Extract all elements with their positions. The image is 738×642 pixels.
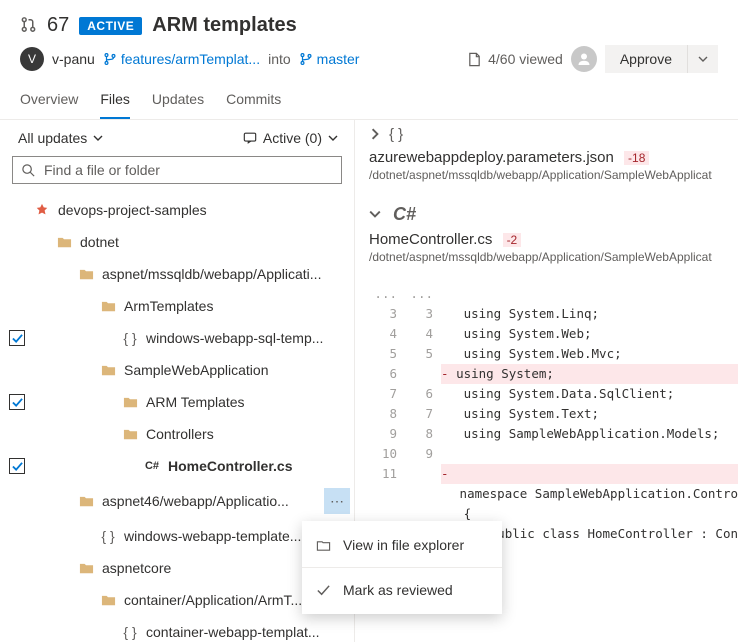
csharp-icon: C# [393, 204, 416, 225]
tab-updates[interactable]: Updates [152, 83, 204, 119]
file-path: /dotnet/aspnet/mssqldb/webapp/Applicatio… [369, 168, 738, 182]
approve-dropdown[interactable] [687, 45, 718, 73]
author-avatar: V [20, 47, 44, 71]
folder-open-icon [316, 538, 331, 553]
json-icon: { } [122, 624, 138, 640]
diff-view: ...... 33 using System.Linq; 44 using Sy… [369, 284, 738, 544]
file-block: { } azurewebappdeploy.parameters.json -1… [369, 126, 738, 182]
file-name[interactable]: HomeController.cs [369, 231, 492, 248]
tab-commits[interactable]: Commits [226, 83, 281, 119]
folder-icon [78, 561, 94, 576]
folder-icon [100, 299, 116, 314]
chevron-down-icon [698, 54, 708, 64]
source-branch-label: features/armTemplat... [121, 51, 260, 67]
reviewed-checkbox[interactable] [9, 458, 25, 474]
json-icon: { } [100, 528, 116, 544]
reviewed-checkbox[interactable] [9, 394, 25, 410]
csharp-icon: C# [144, 460, 160, 472]
target-branch-label: master [317, 51, 360, 67]
search-input[interactable] [12, 156, 342, 184]
tree-file[interactable]: { } container-webapp-templat... [0, 616, 350, 642]
source-branch[interactable]: features/armTemplat... [103, 51, 260, 67]
tree-folder[interactable]: aspnet/mssqldb/webapp/Applicati... [0, 258, 350, 290]
tree-repo-root[interactable]: devops-project-samples [0, 194, 350, 226]
tree-folder[interactable]: ArmTemplates [0, 290, 350, 322]
chevron-down-icon [328, 133, 338, 143]
menu-mark-reviewed[interactable]: Mark as reviewed [302, 570, 502, 610]
tree-folder[interactable]: aspnet46/webapp/Applicatio... ⋯ [0, 482, 350, 520]
file-icon [467, 52, 482, 67]
approve-button[interactable]: Approve [605, 45, 687, 73]
tree-folder[interactable]: aspnetcore [0, 552, 350, 584]
folder-icon [100, 593, 116, 608]
line-delta: -2 [503, 233, 522, 247]
updates-dropdown[interactable]: All updates [18, 130, 103, 146]
check-icon [316, 583, 331, 598]
menu-view-in-explorer[interactable]: View in file explorer [302, 525, 502, 565]
file-block: C# HomeController.cs -2 /dotnet/aspnet/m… [369, 204, 738, 544]
tree-folder[interactable]: SampleWebApplication [0, 354, 350, 386]
pr-number: 67 [47, 14, 69, 37]
reviewer-avatar[interactable] [571, 46, 597, 72]
chevron-down-icon [93, 133, 103, 143]
branch-icon [103, 52, 117, 66]
tree-folder[interactable]: container/Application/ArmT... [0, 584, 350, 616]
tree-folder[interactable]: dotnet [0, 226, 350, 258]
comment-filter-dropdown[interactable]: Active (0) [243, 130, 338, 146]
folder-icon [78, 494, 94, 509]
pull-request-icon [20, 16, 37, 36]
json-icon: { } [389, 126, 403, 143]
target-branch[interactable]: master [299, 51, 360, 67]
status-badge: ACTIVE [79, 17, 142, 35]
folder-icon [122, 427, 138, 442]
json-icon: { } [122, 330, 138, 346]
search-icon [21, 163, 36, 178]
tree-file[interactable]: { } windows-webapp-template.... [0, 520, 350, 552]
tree-folder[interactable]: ARM Templates [0, 386, 350, 418]
branch-icon [299, 52, 313, 66]
tab-overview[interactable]: Overview [20, 83, 78, 119]
tree-file[interactable]: C# HomeController.cs [0, 450, 350, 482]
folder-icon [78, 267, 94, 282]
into-label: into [268, 51, 291, 67]
tree-folder[interactable]: Controllers [0, 418, 350, 450]
author-name: v-panu [52, 51, 95, 67]
file-tree: devops-project-samples dotnet aspnet/mss… [0, 194, 354, 642]
context-menu: View in file explorer Mark as reviewed [302, 521, 502, 614]
file-path: /dotnet/aspnet/mssqldb/webapp/Applicatio… [369, 250, 738, 264]
tabs: Overview Files Updates Commits [0, 83, 738, 120]
reviewed-checkbox[interactable] [9, 330, 25, 346]
tree-file[interactable]: { } windows-webapp-sql-temp... [0, 322, 350, 354]
pr-title: ARM templates [152, 14, 296, 37]
folder-icon [122, 395, 138, 410]
tab-files[interactable]: Files [100, 83, 130, 119]
collapse-icon[interactable] [369, 207, 381, 223]
comment-icon [243, 131, 257, 145]
folder-icon [100, 363, 116, 378]
more-button[interactable]: ⋯ [324, 488, 350, 514]
separator [302, 567, 502, 568]
viewed-count: 4/60 viewed [467, 51, 563, 67]
person-icon [576, 51, 592, 67]
file-name[interactable]: azurewebappdeploy.parameters.json [369, 149, 614, 166]
line-delta: -18 [624, 151, 649, 165]
folder-icon [56, 235, 72, 250]
repo-icon [34, 203, 50, 217]
expand-icon[interactable] [369, 127, 381, 143]
